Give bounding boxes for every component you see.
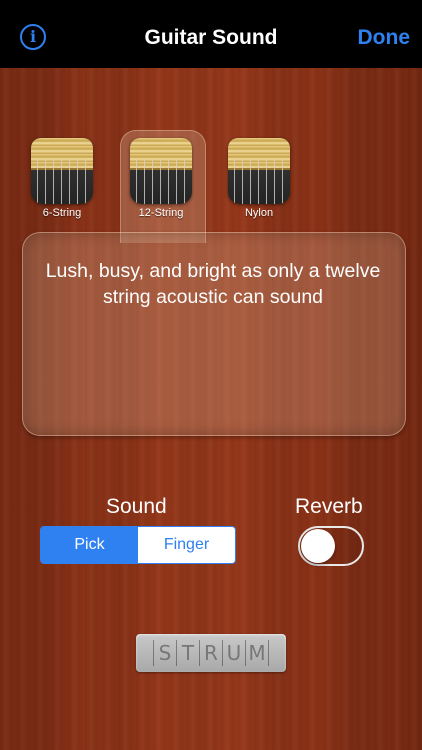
toggle-knob (301, 529, 335, 563)
strum-letter: S (153, 640, 176, 666)
sound-option-pick[interactable]: Pick (41, 527, 138, 563)
sound-option-finger[interactable]: Finger (138, 527, 235, 563)
guitar-option-nylon[interactable]: Nylon (227, 138, 291, 219)
reverb-label: Reverb (295, 495, 363, 518)
reverb-toggle[interactable] (298, 526, 364, 566)
guitar-option-12-string[interactable]: 12-String (129, 138, 193, 219)
navigation-bar: i Guitar Sound Done (0, 0, 422, 68)
guitar-option-6-string[interactable]: 6-String (30, 138, 94, 219)
guitar-thumbnail (228, 138, 290, 204)
done-button[interactable]: Done (358, 26, 411, 50)
strum-letter: M (245, 640, 269, 666)
guitar-description: Lush, busy, and bright as only a twelve … (45, 260, 381, 308)
guitar-thumbnail (31, 138, 93, 204)
guitar-option-label: Nylon (244, 207, 274, 219)
strum-letter: U (222, 640, 245, 666)
guitar-option-label: 12-String (138, 207, 184, 219)
guitar-option-label: 6-String (42, 207, 82, 219)
strum-letter: R (199, 640, 222, 666)
sound-segmented-control: Pick Finger (40, 526, 236, 564)
strum-button[interactable]: S T R U M (136, 634, 286, 672)
strum-letter: T (176, 640, 199, 666)
sound-label: Sound (106, 495, 167, 518)
guitar-thumbnail (130, 138, 192, 204)
